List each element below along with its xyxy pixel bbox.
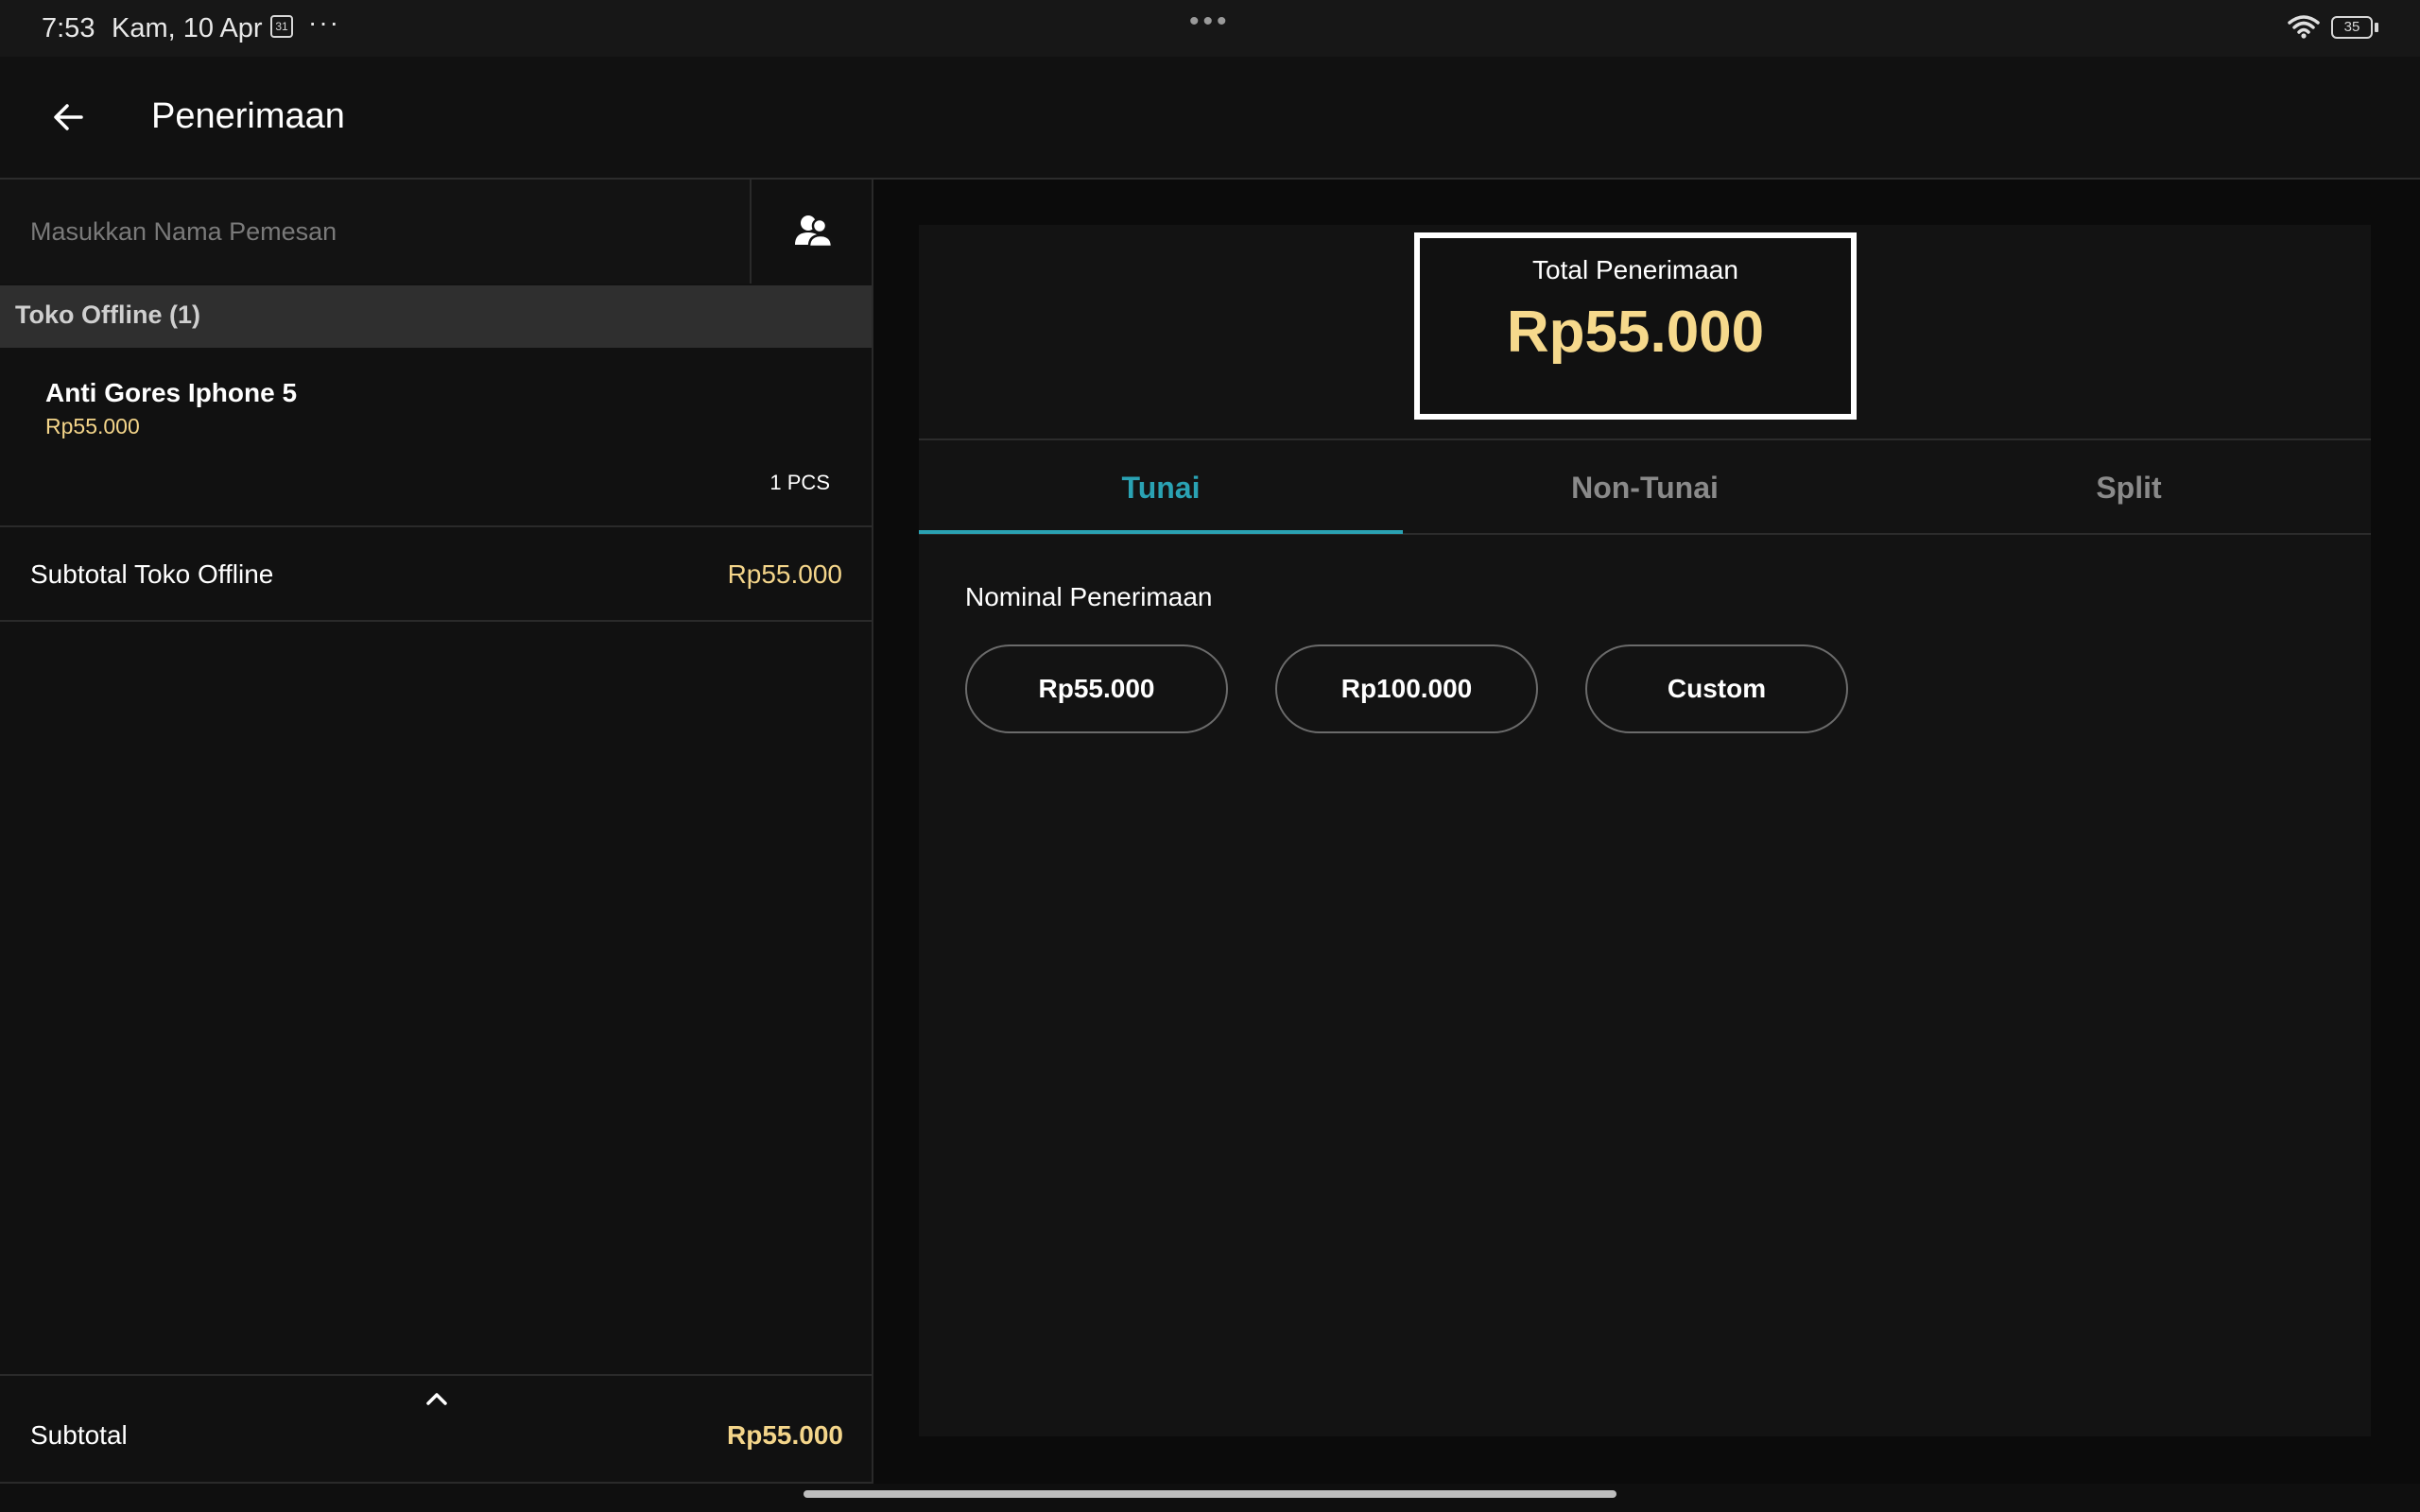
home-indicator[interactable] <box>804 1490 1616 1498</box>
wifi-icon <box>2288 13 2320 44</box>
total-receipt-label: Total Penerimaan <box>1532 255 1738 284</box>
subtotal-label: Subtotal <box>30 1420 128 1450</box>
nominal-label: Nominal Penerimaan <box>965 582 1213 611</box>
contacts-button[interactable] <box>753 180 872 284</box>
item-price: Rp55.000 <box>45 414 140 438</box>
arrow-left-icon <box>54 104 83 130</box>
back-button[interactable] <box>42 91 95 144</box>
active-tab-indicator <box>919 530 1403 534</box>
item-quantity: 1 PCS <box>769 471 830 494</box>
chevron-up-icon[interactable] <box>422 1387 452 1415</box>
item-name: Anti Gores Iphone 5 <box>45 378 298 407</box>
battery-tip <box>2375 23 2378 32</box>
store-subtotal-value: Rp55.000 <box>727 559 842 589</box>
tab-split[interactable]: Split <box>1887 442 2371 533</box>
subtotal-value: Rp55.000 <box>727 1420 843 1450</box>
app-bar <box>0 57 2420 180</box>
tab-non-tunai[interactable]: Non-Tunai <box>1403 442 1887 533</box>
page-title: Penerimaan <box>151 96 345 136</box>
multitask-dots-icon[interactable]: ••• <box>1189 6 1231 38</box>
store-subtotal-label: Subtotal Toko Offline <box>30 559 274 589</box>
battery-icon: 35 <box>2331 16 2373 39</box>
nominal-option-custom[interactable]: Custom <box>1585 644 1848 733</box>
nominal-option-100000[interactable]: Rp100.000 <box>1275 644 1538 733</box>
tab-tunai[interactable]: Tunai <box>919 442 1403 533</box>
total-receipt-value: Rp55.000 <box>1506 300 1765 365</box>
status-date: Kam, 10 Apr <box>112 13 263 43</box>
contacts-icon <box>794 215 833 249</box>
store-group-title: Toko Offline (1) <box>15 301 200 329</box>
divider <box>919 438 2371 440</box>
nominal-option-55000[interactable]: Rp55.000 <box>965 644 1228 733</box>
status-time: 7:53 <box>42 13 95 43</box>
calendar-notification-icon: 31 <box>270 15 293 38</box>
more-notifications-icon: ··· <box>308 8 340 37</box>
customer-name-input[interactable] <box>0 180 752 284</box>
